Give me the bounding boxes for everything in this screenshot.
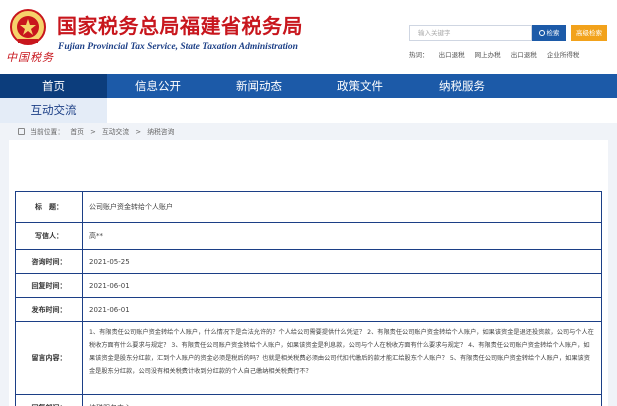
breadcrumb-separator: > xyxy=(135,128,142,136)
breadcrumb-interaction[interactable]: 互动交流 xyxy=(102,128,129,136)
table-row: 标 题： 公司账户资金转给个人账户 xyxy=(15,191,602,223)
hot-words: 热词： 出口退税 网上办税 出口退税 企业所得税 xyxy=(409,49,587,59)
consultation-detail-table: 标 题： 公司账户资金转给个人账户 写信人： 高** 咨询时间： 2021-05… xyxy=(15,191,602,406)
table-row: 回复时间： 2021-06-01 xyxy=(15,273,602,298)
table-row: 咨询时间： 2021-05-25 xyxy=(15,249,602,274)
nav-item-news[interactable]: 新闻动态 xyxy=(209,74,309,98)
field-value-reply-time: 2021-06-01 xyxy=(82,273,602,298)
location-icon xyxy=(18,128,25,135)
nav-item-interaction[interactable]: 互动交流 xyxy=(0,98,107,123)
nav-item-home[interactable]: 首页 xyxy=(0,74,107,98)
sub-nav: 互动交流 xyxy=(0,98,617,123)
field-value-title: 公司账户资金转给个人账户 xyxy=(82,191,602,223)
breadcrumb-separator: > xyxy=(90,128,96,136)
tax-emblem-icon xyxy=(10,9,46,45)
breadcrumb-consultation[interactable]: 纳税咨询 xyxy=(147,128,174,136)
search-button-label: 检索 xyxy=(546,29,560,37)
logo-script-text: 中国税务 xyxy=(6,51,54,64)
nav-item-policy[interactable]: 政策文件 xyxy=(309,74,411,98)
search-button[interactable]: 检索 xyxy=(532,25,566,41)
field-value-reply-dept: 纳税服务中心 xyxy=(82,394,602,406)
hot-word-link[interactable]: 网上办税 xyxy=(475,51,501,59)
breadcrumb: 当前位置： 首页 > 互动交流 > 纳税咨询 xyxy=(18,126,178,136)
table-row: 回复部门： 纳税服务中心 xyxy=(15,394,602,406)
table-row: 发布时间： 2021-06-01 xyxy=(15,297,602,322)
hot-words-label: 热词： xyxy=(409,51,429,59)
search-icon xyxy=(538,30,545,36)
nav-item-tax-service[interactable]: 纳税服务 xyxy=(411,74,513,98)
table-row: 写信人： 高** xyxy=(15,222,602,250)
field-label: 回复部门： xyxy=(15,394,83,406)
site-header: 中国税务 国家税务总局福建省税务局 Fujian Provincial Tax … xyxy=(0,0,617,72)
field-value-consult-time: 2021-05-25 xyxy=(82,249,602,274)
breadcrumb-home[interactable]: 首页 xyxy=(70,128,84,136)
hot-word-link[interactable]: 出口退税 xyxy=(439,51,465,59)
field-label: 发布时间： xyxy=(15,297,83,322)
field-label: 标 题： xyxy=(15,191,83,223)
hot-word-link[interactable]: 企业所得税 xyxy=(547,51,580,59)
search-input[interactable]: 输入关键字 xyxy=(409,25,532,41)
field-value-publish-time: 2021-06-01 xyxy=(82,297,602,322)
table-row: 留言内容： 1、有限责任公司账户资金转给个人账户，什么情况下是合法允许的？个人给… xyxy=(15,321,602,395)
nav-item-info-disclosure[interactable]: 信息公开 xyxy=(107,74,209,98)
field-value-message: 1、有限责任公司账户资金转给个人账户，什么情况下是合法允许的？个人给公司需要提供… xyxy=(82,321,602,395)
field-label: 写信人： xyxy=(15,222,83,250)
site-title[interactable]: 国家税务总局福建省税务局 xyxy=(57,10,303,39)
site-subtitle: Fujian Provincial Tax Service, State Tax… xyxy=(58,42,298,52)
breadcrumb-prefix: 当前位置： xyxy=(30,128,65,136)
field-label: 咨询时间： xyxy=(15,249,83,274)
advanced-search-button[interactable]: 高级检索 xyxy=(571,25,607,41)
main-nav: 首页 信息公开 新闻动态 政策文件 纳税服务 xyxy=(0,74,617,98)
field-value-author: 高** xyxy=(82,222,602,250)
field-label: 留言内容： xyxy=(15,321,83,395)
field-label: 回复时间： xyxy=(15,273,83,298)
hot-word-link[interactable]: 出口退税 xyxy=(511,51,537,59)
